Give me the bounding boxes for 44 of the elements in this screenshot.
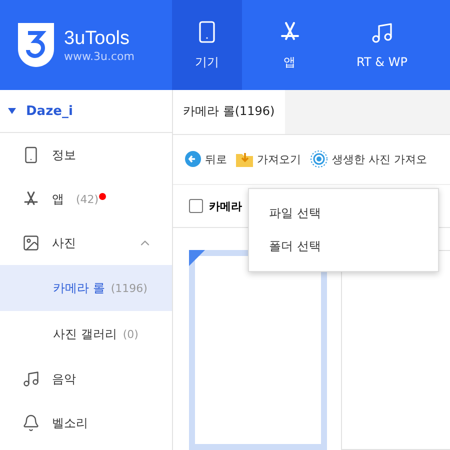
item-label: 정보	[52, 146, 76, 164]
item-label: 음악	[52, 370, 76, 388]
toolbar-button[interactable]: 생생한 사진 가져오	[310, 150, 427, 168]
folder-import-icon	[236, 151, 253, 168]
nav-tab[interactable]: 앱	[242, 0, 337, 90]
item-count: (1196)	[110, 282, 148, 294]
sidebar-subitem[interactable]: 사진 갤러리 (0)	[0, 311, 172, 357]
toolbar-button[interactable]: 뒤로	[185, 151, 227, 168]
music-note-icon	[370, 21, 394, 45]
device-row[interactable]: Daze_i	[0, 90, 172, 133]
brand-url: www.3u.com	[64, 50, 134, 62]
item-label: 벨소리	[52, 414, 88, 432]
item-label: 사진 갤러리	[53, 326, 117, 342]
bell-icon	[22, 414, 40, 432]
item-label: 앱	[52, 190, 64, 208]
app-store-icon	[22, 190, 40, 208]
sidebar-item[interactable]: 앱 (42)	[0, 177, 172, 221]
image-icon	[22, 234, 40, 252]
menu-item[interactable]: 폴더 선택	[249, 230, 438, 263]
toolbar-button[interactable]: 가져오기	[236, 151, 301, 168]
sidebar-item[interactable]: 정보	[0, 133, 172, 177]
select-all-checkbox[interactable]	[189, 199, 203, 214]
check-corner-icon	[189, 250, 205, 266]
item-label: 카메라 롤	[53, 280, 105, 296]
device-name: Daze_i	[26, 104, 73, 118]
item-label: 사진	[52, 234, 76, 252]
menu-item[interactable]: 파일 선택	[249, 197, 438, 230]
sidebar-item[interactable]: 사진	[0, 221, 172, 265]
music-note-icon	[22, 370, 40, 388]
shield-logo-icon	[16, 21, 56, 69]
nav-tab[interactable]: 기기	[172, 0, 242, 90]
sidebar-item[interactable]: 벨소리	[0, 401, 172, 445]
photo-thumbnail[interactable]	[189, 250, 327, 450]
content-tab[interactable]: 카메라 롤(1196)	[173, 90, 285, 134]
phone-icon	[22, 146, 40, 164]
sidebar-item[interactable]: 음악	[0, 357, 172, 401]
live-photo-icon	[310, 150, 328, 168]
nav-tab[interactable]: RT & WP	[337, 0, 427, 90]
item-count: (42)	[76, 192, 99, 206]
item-count: (0)	[122, 328, 138, 340]
brand-name: 3uTools	[64, 28, 130, 50]
album-label: 카메라	[209, 198, 242, 214]
photo-thumbnail[interactable]	[341, 250, 450, 450]
sidebar-subitem[interactable]: 카메라 롤 (1196)	[0, 265, 172, 311]
